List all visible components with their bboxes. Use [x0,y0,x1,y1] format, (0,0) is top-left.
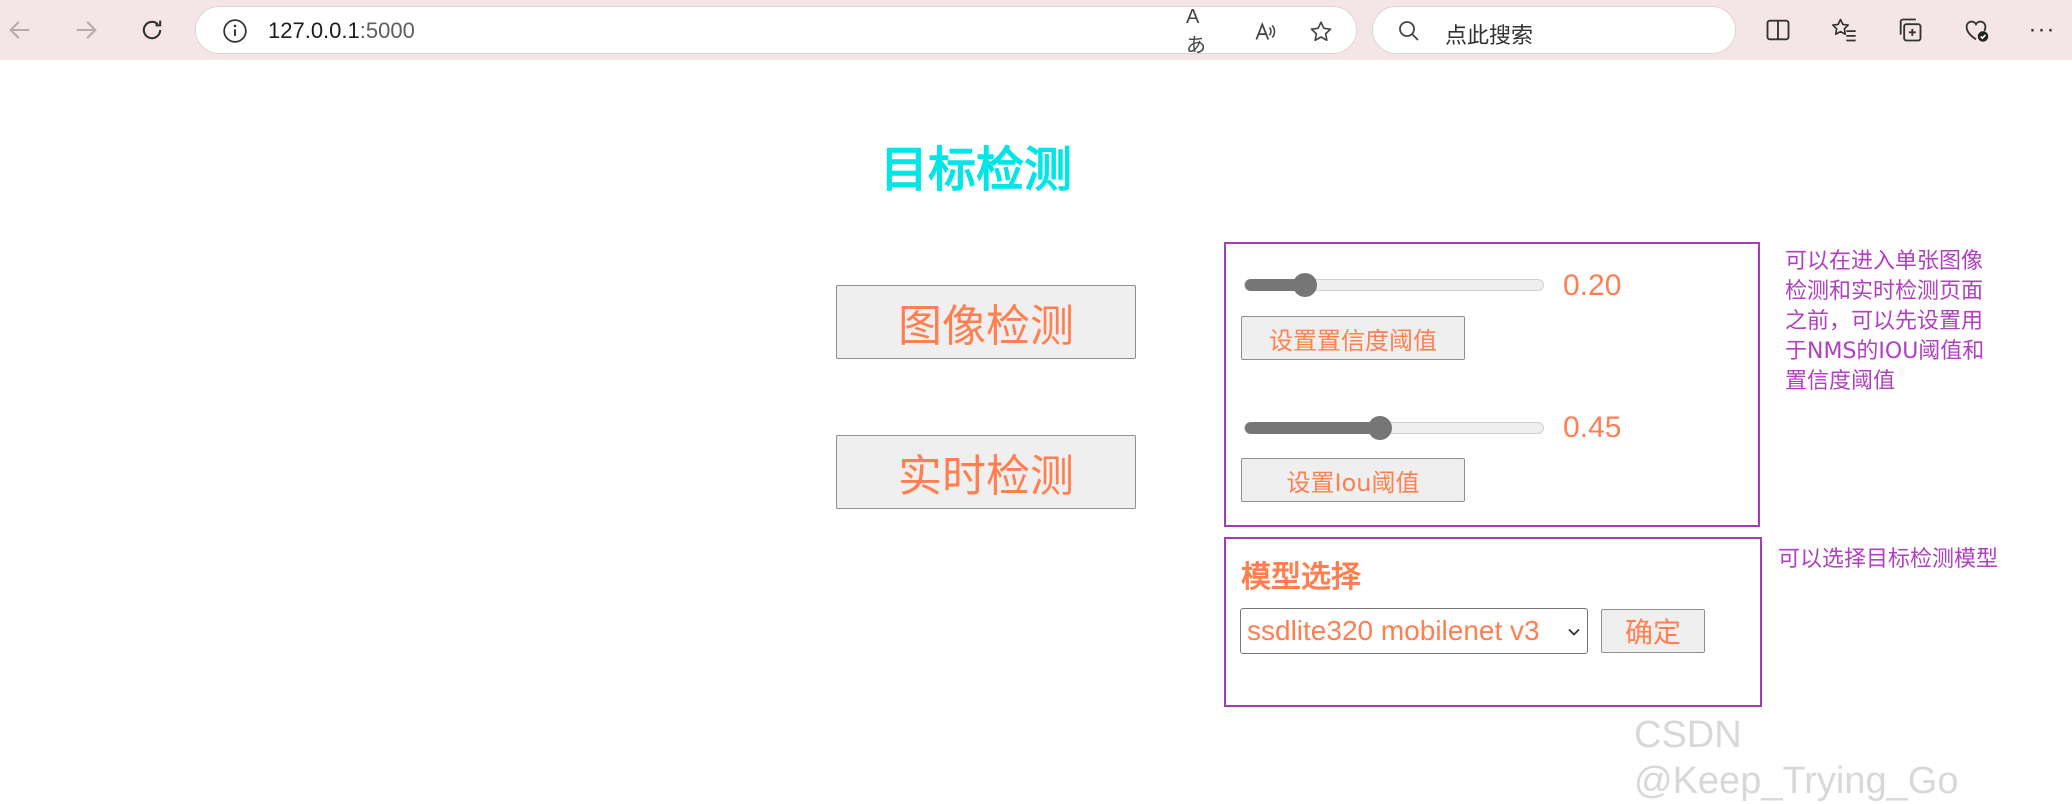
threshold-note: 可以在进入单张图像检测和实时检测页面之前，可以先设置用于NMS的IOU阈值和置信… [1785,249,1985,394]
refresh-icon [142,20,162,40]
browser-essentials-icon[interactable] [1958,12,1994,48]
info-icon[interactable] [222,18,248,44]
search-box[interactable]: 点此搜索 [1372,6,1736,54]
iou-slider-fill [1245,422,1380,434]
forward-button[interactable] [66,10,106,50]
arrow-right-icon [76,21,97,39]
browser-toolbar: 127.0.0.1:5000 Aあ 点此搜索 ··· [0,0,2072,60]
iou-slider-thumb[interactable] [1368,416,1392,440]
favorites-icon[interactable] [1826,12,1862,48]
page-title: 目标检测 [880,142,1073,198]
model-select-value: ssdlite320 mobilenet v3 [1247,615,1540,646]
confidence-value: 0.20 [1563,269,1622,302]
split-screen-icon[interactable] [1760,12,1796,48]
model-select[interactable]: ssdlite320 mobilenet v3 [1240,608,1588,654]
favorite-star-icon[interactable] [1306,17,1336,47]
confirm-button[interactable]: 确定 [1601,609,1705,653]
model-note: 可以选择目标检测模型 [1778,547,1999,572]
read-aloud-icon[interactable]: Aあ [1186,6,1216,57]
iou-value: 0.45 [1563,411,1622,444]
translate-icon[interactable] [1250,17,1280,47]
arrow-left-icon [9,21,30,39]
set-confidence-button[interactable]: 设置置信度阈值 [1241,316,1465,360]
more-menu-icon[interactable]: ··· [2024,12,2060,48]
iou-slider[interactable] [1244,416,1544,440]
chevron-down-icon [1568,628,1580,636]
address-bar[interactable]: 127.0.0.1:5000 Aあ [195,6,1357,57]
search-placeholder: 点此搜索 [1445,23,1534,48]
url-text: 127.0.0.1:5000 [268,18,415,43]
set-iou-button[interactable]: 设置Iou阈值 [1241,458,1465,502]
confidence-slider-thumb[interactable] [1293,273,1317,297]
model-heading: 模型选择 [1241,560,1361,595]
back-button[interactable] [0,10,40,50]
realtime-detect-button[interactable]: 实时检测 [836,435,1136,509]
refresh-button[interactable] [132,10,172,50]
collections-icon[interactable] [1892,12,1928,48]
image-detect-button[interactable]: 图像检测 [836,285,1136,359]
watermark: CSDN @Keep_Trying_Go [1634,714,1959,802]
confidence-slider[interactable] [1244,273,1544,297]
search-icon [1399,21,1419,41]
